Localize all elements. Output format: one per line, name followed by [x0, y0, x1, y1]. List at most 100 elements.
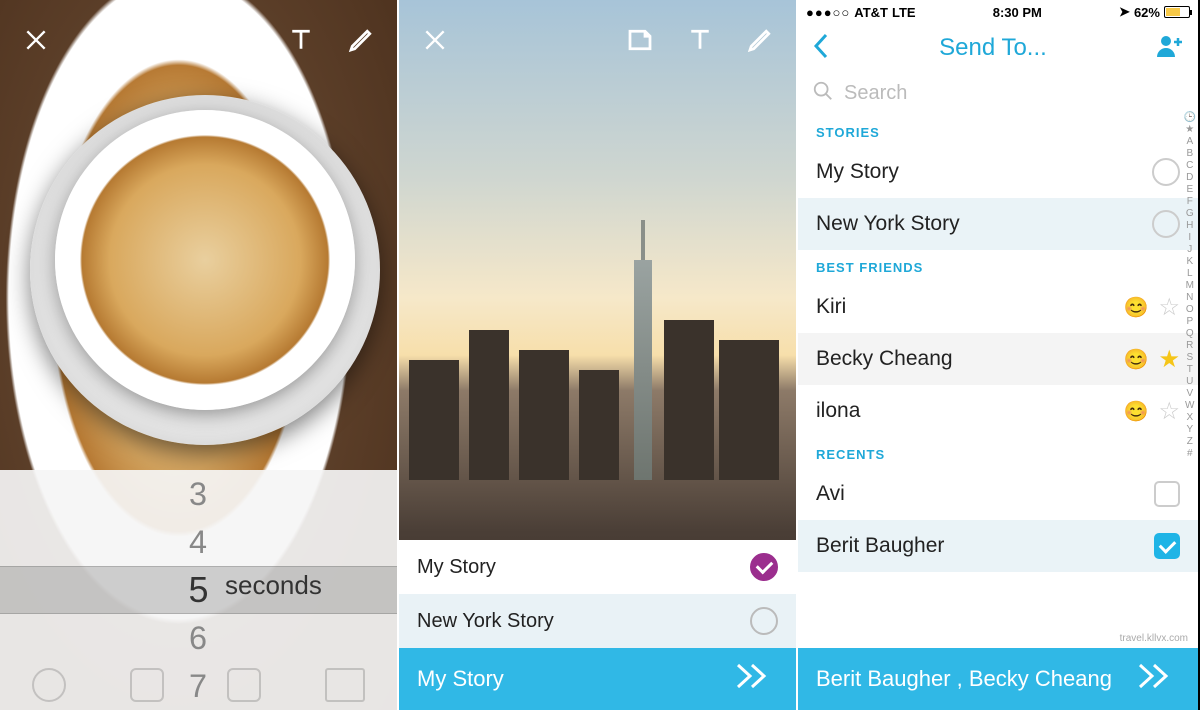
text-icon[interactable] — [684, 24, 716, 56]
draw-icon[interactable] — [345, 24, 377, 56]
emoji-icon: 😊 — [1124, 347, 1149, 372]
editor-toolbar — [0, 18, 397, 62]
index-letter[interactable]: # — [1184, 448, 1196, 460]
index-letter[interactable]: Q — [1184, 328, 1196, 340]
search-row[interactable] — [798, 72, 1198, 115]
index-letter[interactable]: V — [1184, 388, 1196, 400]
story-row-ny-story[interactable]: New York Story — [399, 594, 796, 648]
index-letter[interactable]: H — [1184, 220, 1196, 232]
story-options: My Story New York Story — [399, 540, 796, 648]
list-row-ny-story[interactable]: New York Story — [798, 198, 1198, 250]
send-icon[interactable] — [325, 668, 365, 702]
send-arrow-icon[interactable] — [1136, 661, 1180, 697]
index-letter[interactable]: Z — [1184, 436, 1196, 448]
index-letter[interactable]: Y — [1184, 424, 1196, 436]
index-rail[interactable]: 🕒★ABCDEFGHIJKLMNOPQRSTUVWXYZ# — [1184, 112, 1196, 460]
send-to-panel: ●●●○○ AT&T LTE 8:30 PM ➤ 62% Send To... … — [798, 0, 1198, 710]
index-letter[interactable]: F — [1184, 196, 1196, 208]
row-label: Avi — [816, 482, 845, 506]
index-letter[interactable]: I — [1184, 232, 1196, 244]
carrier-label: AT&T — [854, 5, 888, 20]
index-letter[interactable]: E — [1184, 184, 1196, 196]
list-row-recent[interactable]: Avi — [798, 468, 1198, 520]
status-bar: ●●●○○ AT&T LTE 8:30 PM ➤ 62% — [798, 0, 1198, 24]
radio-checked-icon[interactable] — [750, 553, 778, 581]
index-letter[interactable]: O — [1184, 304, 1196, 316]
add-friend-icon[interactable] — [1156, 34, 1184, 63]
index-letter[interactable]: R — [1184, 340, 1196, 352]
list-row-friend[interactable]: Becky Cheang 😊 ★ — [798, 333, 1198, 385]
timer-icon[interactable] — [32, 668, 66, 702]
send-bar[interactable]: My Story — [399, 648, 796, 710]
save-icon[interactable] — [130, 668, 164, 702]
index-letter[interactable]: J — [1184, 244, 1196, 256]
star-outline-icon[interactable]: ☆ — [1158, 397, 1180, 426]
text-icon[interactable] — [285, 24, 317, 56]
location-icon: ➤ — [1119, 4, 1130, 20]
section-header-stories: STORIES — [798, 115, 1198, 146]
search-input[interactable] — [844, 82, 1184, 105]
index-letter[interactable]: K — [1184, 256, 1196, 268]
sticker-icon[interactable] — [225, 24, 257, 56]
index-letter[interactable]: N — [1184, 292, 1196, 304]
list-row-my-story[interactable]: My Story — [798, 146, 1198, 198]
close-icon[interactable] — [20, 24, 52, 56]
editor-toolbar — [399, 18, 796, 62]
index-letter[interactable]: U — [1184, 376, 1196, 388]
index-letter[interactable]: A — [1184, 136, 1196, 148]
watermark: travel.kllvx.com — [1120, 633, 1188, 644]
index-letter[interactable]: ★ — [1184, 124, 1196, 136]
radio-unchecked-icon[interactable] — [1152, 210, 1180, 238]
close-icon[interactable] — [419, 24, 451, 56]
index-letter[interactable]: P — [1184, 316, 1196, 328]
draw-icon[interactable] — [744, 24, 776, 56]
picker-unit-label: seconds — [225, 570, 322, 601]
radio-unchecked-icon[interactable] — [1152, 158, 1180, 186]
radio-unchecked-icon[interactable] — [750, 607, 778, 635]
picker-option[interactable]: 6 — [189, 616, 207, 659]
back-icon[interactable] — [812, 32, 830, 65]
send-arrow-icon[interactable] — [734, 661, 778, 697]
send-bar[interactable]: Berit Baugher , Becky Cheang — [798, 648, 1198, 710]
snap-editor-panel: 3 4 5 6 7 seconds — [0, 0, 399, 710]
row-label: Becky Cheang — [816, 347, 953, 371]
photo-subject — [399, 240, 796, 480]
picker-option-selected[interactable]: 5 — [188, 566, 208, 614]
row-label: New York Story — [816, 212, 960, 236]
story-row-my-story[interactable]: My Story — [399, 540, 796, 594]
index-letter[interactable]: L — [1184, 268, 1196, 280]
star-outline-icon[interactable]: ☆ — [1158, 293, 1180, 322]
clock-label: 8:30 PM — [993, 5, 1042, 20]
index-letter[interactable]: X — [1184, 412, 1196, 424]
index-letter[interactable]: D — [1184, 172, 1196, 184]
index-letter[interactable]: S — [1184, 352, 1196, 364]
checkbox-checked-icon[interactable] — [1154, 533, 1180, 559]
index-letter[interactable]: 🕒 — [1184, 112, 1196, 124]
checkbox-unchecked-icon[interactable] — [1154, 481, 1180, 507]
section-header-best: BEST FRIENDS — [798, 250, 1198, 281]
sticker-icon[interactable] — [624, 24, 656, 56]
index-letter[interactable]: C — [1184, 160, 1196, 172]
star-filled-icon[interactable]: ★ — [1158, 345, 1180, 374]
index-letter[interactable]: M — [1184, 280, 1196, 292]
row-label: ilona — [816, 399, 860, 423]
list-row-friend[interactable]: Kiri 😊 ☆ — [798, 281, 1198, 333]
list-row-friend[interactable]: ilona 😊 ☆ — [798, 385, 1198, 437]
emoji-icon: 😊 — [1124, 295, 1149, 320]
index-letter[interactable]: B — [1184, 148, 1196, 160]
row-label: My Story — [816, 160, 899, 184]
story-label: New York Story — [417, 610, 554, 633]
index-letter[interactable]: W — [1184, 400, 1196, 412]
index-letter[interactable]: G — [1184, 208, 1196, 220]
story-icon[interactable] — [227, 668, 261, 702]
story-select-panel: My Story New York Story My Story — [399, 0, 798, 710]
photo-subject — [55, 110, 355, 410]
section-header-recents: RECENTS — [798, 437, 1198, 468]
timer-picker[interactable]: 3 4 5 6 7 seconds — [0, 470, 397, 710]
picker-option[interactable]: 3 — [189, 472, 207, 515]
picker-option[interactable]: 4 — [189, 520, 207, 563]
list-row-recent[interactable]: Berit Baugher — [798, 520, 1198, 572]
row-label: Kiri — [816, 295, 846, 319]
nav-bar: Send To... — [798, 24, 1198, 72]
index-letter[interactable]: T — [1184, 364, 1196, 376]
